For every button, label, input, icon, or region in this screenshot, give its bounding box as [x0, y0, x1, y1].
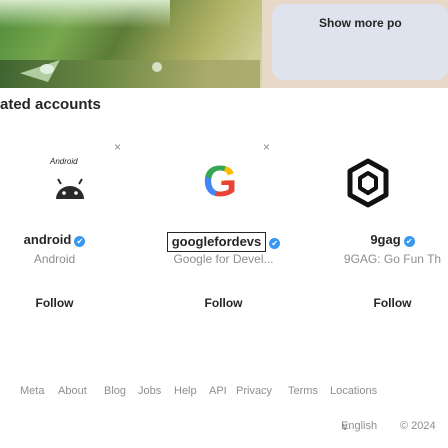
avatar-text: G	[203, 157, 238, 206]
dismiss-account-button[interactable]: ×	[263, 140, 270, 154]
ninegag-logo-icon[interactable]	[340, 155, 396, 211]
footer-link-terms[interactable]: Terms	[288, 385, 318, 397]
account-username[interactable]: android ✔	[0, 232, 129, 247]
footer-link-api[interactable]: API	[209, 385, 227, 397]
post-thumbnail-more[interactable]	[262, 0, 448, 88]
footer-link-help[interactable]: Help	[174, 385, 197, 397]
verified-badge-icon: ✔	[269, 238, 281, 249]
verified-badge-icon: ✔	[403, 236, 415, 247]
related-accounts-heading: ated accounts	[0, 96, 101, 113]
account-username[interactable]: googlefordevs ✔	[149, 232, 298, 252]
post-thumbnail-nature[interactable]	[0, 0, 262, 88]
account-card-android: × Android android ✔ Android Follow	[0, 140, 149, 335]
footer-link-jobs[interactable]: Jobs	[138, 385, 161, 397]
dismiss-account-button[interactable]: ×	[114, 140, 121, 154]
bird-icon	[40, 64, 54, 74]
footer-link-about[interactable]: About	[58, 385, 87, 397]
account-full-name: 9GAG: Go Fun Th	[343, 252, 442, 266]
footer-link-blog[interactable]: Blog	[104, 385, 126, 397]
footer-link-privacy[interactable]: Privacy	[236, 385, 272, 397]
follow-button[interactable]: Follow	[0, 296, 129, 310]
android-robot-icon[interactable]: Android	[42, 155, 98, 211]
post-thumbnails-strip: Show more po	[0, 0, 448, 88]
account-username[interactable]: 9gag ✔	[318, 232, 448, 247]
footer-link-locations[interactable]: Locations	[330, 385, 377, 397]
verified-badge-icon: ✔	[74, 236, 86, 247]
chevron-down-icon: ∨	[341, 421, 350, 433]
account-full-name: Google for Devel...	[173, 252, 274, 266]
follow-button[interactable]: Follow	[149, 296, 298, 310]
footer-link-meta[interactable]: Meta	[20, 385, 44, 397]
show-more-posts-button[interactable]: Show more po	[319, 16, 402, 30]
account-card-9gag: 9gag ✔ 9GAG: Go Fun Th Follow	[298, 140, 447, 335]
account-full-name: Android	[33, 252, 76, 266]
google-g-icon[interactable]: G	[191, 155, 247, 211]
copyright: © 2024	[400, 420, 436, 432]
follow-button[interactable]: Follow	[318, 296, 448, 310]
account-card-googlefordevs: × G googlefordevs ✔ Google for Devel... F…	[149, 140, 298, 335]
